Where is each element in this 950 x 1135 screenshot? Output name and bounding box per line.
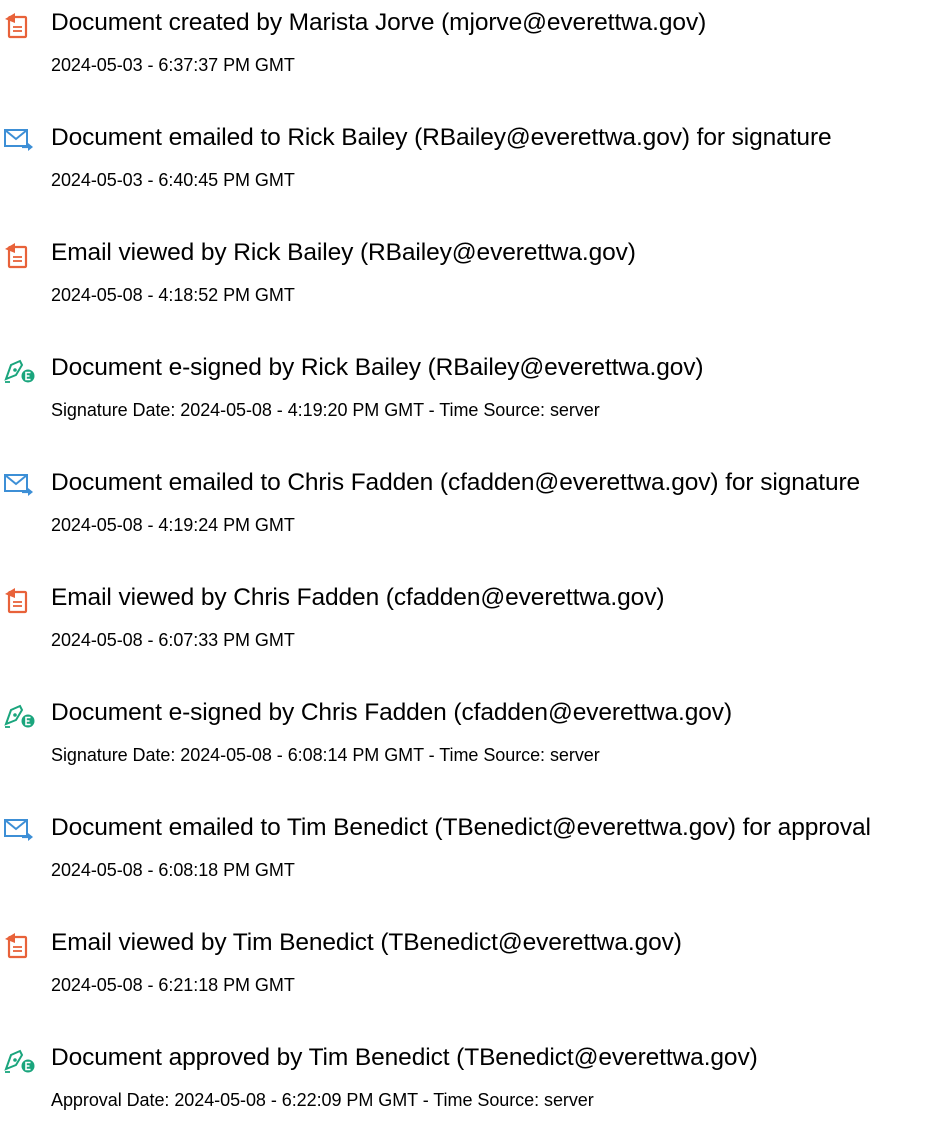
event-title: Document e-signed by Rick Bailey (RBaile… xyxy=(51,354,704,381)
event-title: Document emailed to Chris Fadden (cfadde… xyxy=(51,469,861,496)
event-title: Document emailed to Tim Benedict (TBened… xyxy=(51,814,871,841)
document-icon xyxy=(2,930,36,960)
event-timestamp: 2024-05-08 - 4:18:52 PM GMT xyxy=(51,285,295,305)
audit-event: Email viewed by Chris Fadden (cfadden@ev… xyxy=(0,575,950,675)
audit-event: Document e-signed by Rick Bailey (RBaile… xyxy=(0,345,950,445)
document-icon xyxy=(2,240,36,270)
email-icon xyxy=(2,470,36,500)
audit-event: Document e-signed by Chris Fadden (cfadd… xyxy=(0,690,950,790)
audit-event: Document approved by Tim Benedict (TBene… xyxy=(0,1035,950,1135)
event-timestamp: 2024-05-08 - 4:19:24 PM GMT xyxy=(51,515,295,535)
event-title: Document emailed to Rick Bailey (RBailey… xyxy=(51,124,832,151)
event-timestamp: 2024-05-08 - 6:07:33 PM GMT xyxy=(51,630,295,650)
audit-event: Document emailed to Chris Fadden (cfadde… xyxy=(0,460,950,560)
event-timestamp: Signature Date: 2024-05-08 - 6:08:14 PM … xyxy=(51,745,600,765)
document-icon xyxy=(2,10,36,40)
event-timestamp: 2024-05-08 - 6:08:18 PM GMT xyxy=(51,860,295,880)
esign-icon xyxy=(2,700,36,730)
event-title: Email viewed by Chris Fadden (cfadden@ev… xyxy=(51,584,665,611)
esign-icon xyxy=(2,355,36,385)
event-title: Document e-signed by Chris Fadden (cfadd… xyxy=(51,699,733,726)
event-title: Email viewed by Rick Bailey (RBailey@eve… xyxy=(51,239,636,266)
event-title: Document approved by Tim Benedict (TBene… xyxy=(51,1044,758,1071)
email-icon xyxy=(2,815,36,845)
event-timestamp: Approval Date: 2024-05-08 - 6:22:09 PM G… xyxy=(51,1090,594,1110)
email-icon xyxy=(2,125,36,155)
event-title: Email viewed by Tim Benedict (TBenedict@… xyxy=(51,929,682,956)
audit-event: Email viewed by Rick Bailey (RBailey@eve… xyxy=(0,230,950,330)
esign-icon xyxy=(2,1045,36,1075)
event-timestamp: 2024-05-08 - 6:21:18 PM GMT xyxy=(51,975,295,995)
audit-event: Document emailed to Rick Bailey (RBailey… xyxy=(0,115,950,215)
audit-event: Document emailed to Tim Benedict (TBened… xyxy=(0,805,950,905)
event-timestamp: 2024-05-03 - 6:37:37 PM GMT xyxy=(51,55,295,75)
audit-event: Email viewed by Tim Benedict (TBenedict@… xyxy=(0,920,950,1020)
event-title: Document created by Marista Jorve (mjorv… xyxy=(51,9,707,36)
event-timestamp: Signature Date: 2024-05-08 - 4:19:20 PM … xyxy=(51,400,600,420)
event-timestamp: 2024-05-03 - 6:40:45 PM GMT xyxy=(51,170,295,190)
audit-event: Document created by Marista Jorve (mjorv… xyxy=(0,0,950,100)
document-icon xyxy=(2,585,36,615)
